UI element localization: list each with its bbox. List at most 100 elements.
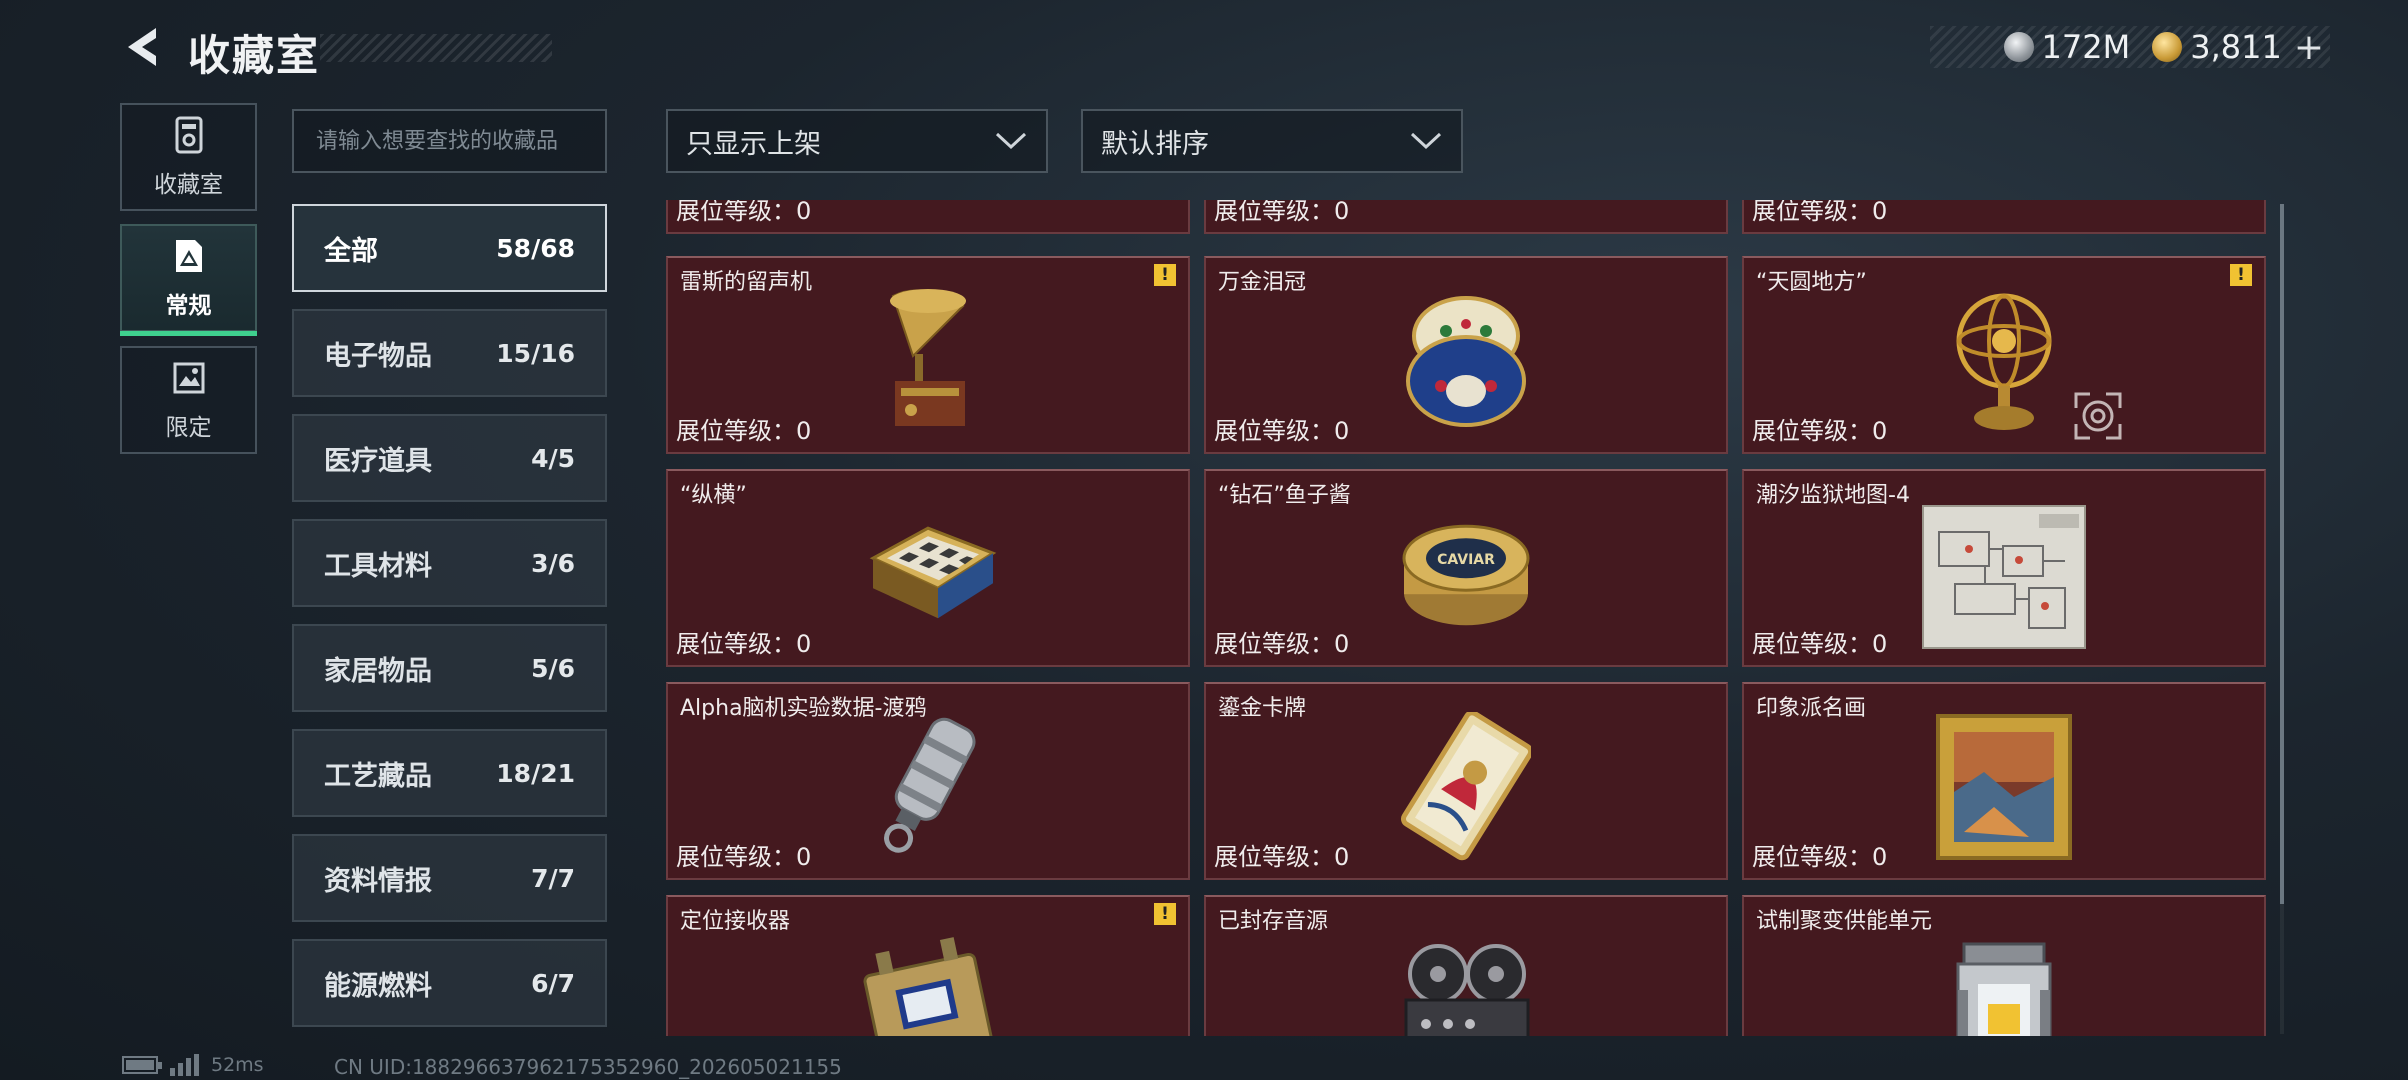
currency-gold-value: 3,811 (2190, 28, 2282, 66)
collection-item[interactable]: “纵横” 展位等级：0 (666, 469, 1190, 667)
collection-item[interactable]: 鎏金卡牌 展位等级：0 (1204, 682, 1728, 880)
category-count: 58/68 (496, 233, 575, 263)
level-value: 0 (1334, 630, 1350, 658)
collection-item[interactable]: 试制聚变供能单元 展位等级： (1742, 895, 2266, 1036)
collection-item[interactable]: 定位接收器 ! 展位等级： (666, 895, 1190, 1036)
collection-item[interactable]: 潮汐监狱地图-4 展位等级：0 (1742, 469, 2266, 667)
category-name: 家居物品 (324, 655, 432, 687)
category-count: 18/21 (496, 758, 575, 788)
category-name: 电子物品 (324, 340, 432, 372)
level-label: 展位等级： (1752, 200, 1872, 225)
search-input[interactable] (292, 109, 607, 173)
level-value: 0 (1334, 843, 1350, 871)
add-currency-button[interactable]: + (2294, 27, 2324, 68)
collection-item[interactable]: 展位等级：0 (666, 200, 1190, 234)
caviar-label: CAVIAR (1437, 552, 1495, 568)
level-label: 展位等级： (1752, 843, 1872, 871)
data-canister-image (884, 717, 976, 853)
level-label: 展位等级： (1752, 417, 1872, 445)
collection-item[interactable]: 印象派名画 展位等级：0 (1742, 682, 2266, 880)
category-intel[interactable]: 资料情报 7/7 (292, 834, 607, 922)
currency-silver-value: 172M (2041, 28, 2131, 66)
category-tools[interactable]: 工具材料 3/6 (292, 519, 607, 607)
level-value: 0 (1872, 417, 1888, 445)
category-electronics[interactable]: 电子物品 15/16 (292, 309, 607, 397)
item-name: 鎏金卡牌 (1218, 696, 1307, 721)
category-name: 工艺藏品 (324, 760, 432, 792)
level-value: 0 (1334, 200, 1350, 225)
item-name: 试制聚变供能单元 (1756, 909, 1933, 934)
category-name: 医疗道具 (324, 445, 432, 477)
mode-tab-limited[interactable]: 限定 (120, 346, 257, 454)
category-count: 3/6 (531, 548, 575, 578)
alert-badge-icon: ! (2230, 264, 2252, 286)
ping-value: 52ms (211, 1054, 264, 1076)
battery-icon (122, 1056, 162, 1074)
item-name: “纵横” (680, 483, 747, 508)
item-name: 已封存音源 (1218, 909, 1329, 934)
collection-item[interactable]: 展位等级：0 (1204, 200, 1728, 234)
item-name: 雷斯的留声机 (680, 270, 813, 295)
item-name: 定位接收器 (680, 909, 791, 934)
level-label: 展位等级： (1214, 843, 1334, 871)
chevron-down-icon (1410, 132, 1442, 150)
collection-item[interactable]: 已封存音源 展位等级： (1204, 895, 1728, 1036)
fusion-power-unit-image (1956, 942, 2052, 1036)
caviar-tin-image: CAVIAR (1402, 524, 1530, 626)
mode-tab-regular[interactable]: 常规 (120, 224, 257, 336)
level-label: 展位等级： (1752, 630, 1872, 658)
category-crafts[interactable]: 工艺藏品 18/21 (292, 729, 607, 817)
prison-map-image (1922, 505, 2086, 649)
category-medical[interactable]: 医疗道具 4/5 (292, 414, 607, 502)
back-button[interactable] (118, 22, 168, 72)
status-footer: 52ms (122, 1054, 264, 1076)
locate-target-icon[interactable] (2072, 390, 2124, 442)
level-label: 展位等级： (1214, 200, 1334, 225)
item-name: “天圆地方” (1756, 270, 1867, 295)
title-decoration (320, 34, 552, 62)
collection-item[interactable]: 万金泪冠 展位等级：0 (1204, 256, 1728, 454)
category-name: 工具材料 (324, 550, 432, 582)
category-count: 7/7 (531, 863, 575, 893)
collection-item[interactable]: 雷斯的留声机 ! 展位等级：0 (666, 256, 1190, 454)
mode-tab-collection-room[interactable]: 收藏室 (120, 103, 257, 211)
chevron-down-icon (995, 132, 1027, 150)
category-all[interactable]: 全部 58/68 (292, 204, 607, 292)
grid-scrollbar-thumb[interactable] (2280, 204, 2284, 904)
gramophone-image (890, 289, 966, 426)
category-count: 5/6 (531, 653, 575, 683)
category-energy[interactable]: 能源燃料 6/7 (292, 939, 607, 1027)
gold-token-icon (2152, 32, 2183, 62)
chess-box-image (869, 526, 997, 619)
category-name: 全部 (324, 235, 378, 267)
level-value: 0 (796, 843, 812, 871)
sort-dropdown[interactable]: 默认排序 (1081, 109, 1463, 173)
mode-label: 限定 (165, 415, 212, 441)
level-value: 0 (796, 417, 812, 445)
level-label: 展位等级： (676, 417, 796, 445)
sort-value: 默认排序 (1101, 128, 1209, 160)
currency-gold: 3,811 + (2152, 27, 2324, 68)
currency-silver: 172M (2003, 28, 2131, 66)
category-count: 15/16 (496, 338, 575, 368)
collection-item[interactable]: Alpha脑机实验数据-渡鸦 展位等级：0 (666, 682, 1190, 880)
collection-grid[interactable]: 展位等级：0 展位等级：0 展位等级：0 雷斯的留声机 ! 展位等级：0 万金泪… (664, 200, 2268, 1036)
item-name: 万金泪冠 (1218, 270, 1307, 295)
currency-bar: 172M 3,811 + (1930, 26, 2330, 68)
level-label: 展位等级： (676, 843, 796, 871)
availability-filter-dropdown[interactable]: 只显示上架 (666, 109, 1048, 173)
level-value: 0 (796, 200, 812, 225)
category-count: 6/7 (531, 968, 575, 998)
collection-item[interactable]: “钻石”鱼子酱 CAVIAR 展位等级：0 (1204, 469, 1728, 667)
item-name: “钻石”鱼子酱 (1218, 483, 1351, 508)
level-value: 0 (796, 630, 812, 658)
impressionist-painting-image (1936, 714, 2072, 860)
gilded-card-image (1401, 712, 1531, 861)
jeweled-egg-image (1406, 296, 1526, 427)
collection-item[interactable]: 展位等级：0 (1742, 200, 2266, 234)
category-household[interactable]: 家居物品 5/6 (292, 624, 607, 712)
level-value: 0 (1872, 630, 1888, 658)
armillary-sphere-image (1956, 293, 2052, 430)
limited-tab-icon (173, 362, 204, 394)
collection-item[interactable]: “天圆地方” ! 展位等级：0 (1742, 256, 2266, 454)
